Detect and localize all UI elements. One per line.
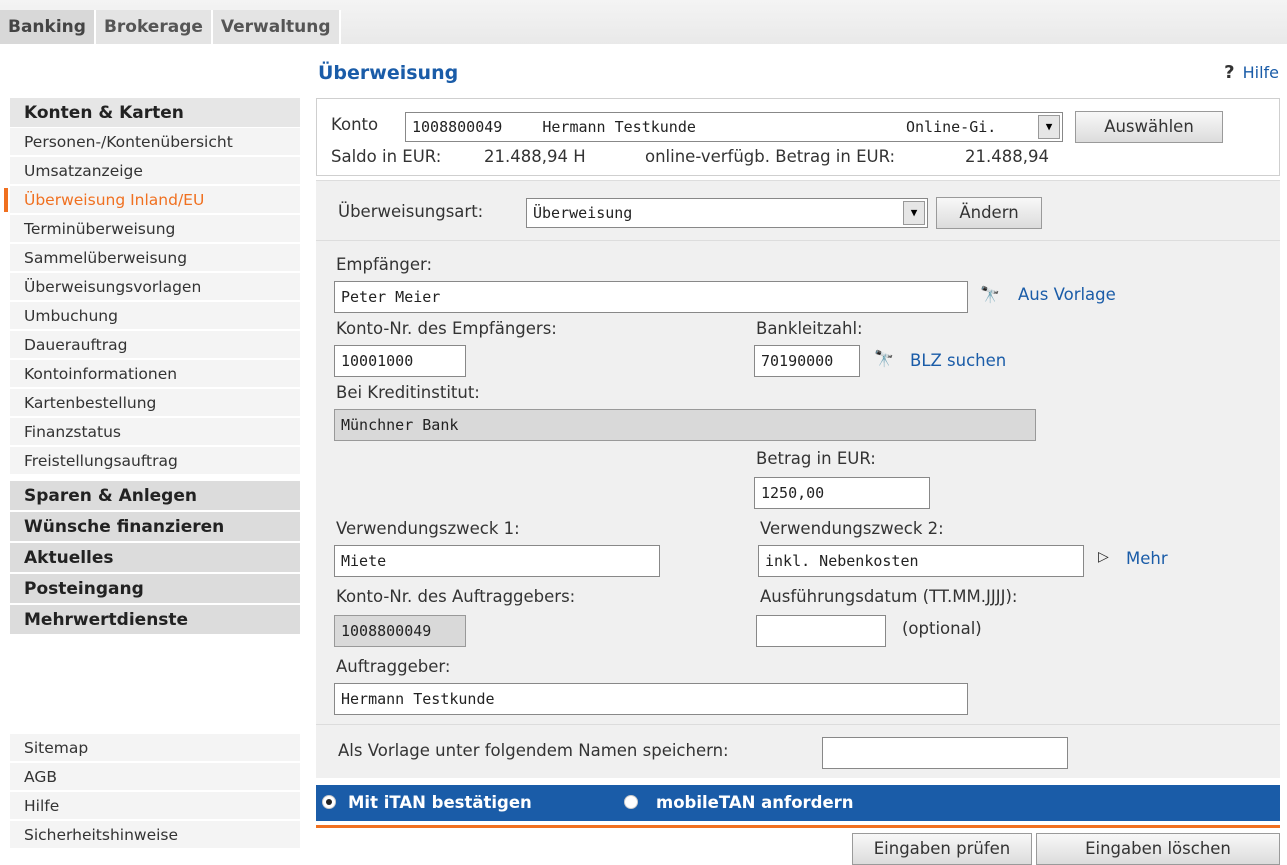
from-template-link[interactable]: Aus Vorlage [1018,285,1116,304]
top-navigation: Banking Brokerage Verwaltung [0,0,1287,44]
sender-account-field: 1008800049 [334,615,466,647]
bank-code-input[interactable]: 70190000 [754,345,860,377]
account-number: 1008800049 [412,118,503,136]
recipient-account-label: Konto-Nr. des Empfängers: [336,319,557,338]
tab-banking[interactable]: Banking [0,10,96,44]
transfer-type-select[interactable]: Überweisung ▼ [526,198,928,228]
sidebar-category-posteingang[interactable]: Posteingang [10,574,300,604]
mobiletan-label[interactable]: mobileTAN anfordern [656,793,854,812]
help-icon: ? [1224,62,1235,83]
save-template-panel: Als Vorlage unter folgendem Namen speich… [316,724,1280,778]
binoculars-icon[interactable]: 🔭 [980,285,1000,304]
purpose1-input[interactable]: Miete [334,545,660,577]
recipient-label: Empfänger: [336,255,433,274]
optional-hint: (optional) [902,619,982,638]
sidebar-item-kontoinformationen[interactable]: Kontoinformationen [10,360,300,388]
available-label: online-verfügb. Betrag in EUR: [645,147,896,166]
date-input[interactable] [756,615,886,647]
sidebar-footer-sitemap[interactable]: Sitemap [10,734,300,762]
clear-input-button[interactable]: Eingaben löschen [1036,833,1280,865]
sender-input[interactable]: Hermann Testkunde [334,683,968,715]
purpose1-label: Verwendungszweck 1: [336,519,520,538]
sidebar-item-finanzstatus[interactable]: Finanzstatus [10,418,300,446]
binoculars-icon[interactable]: 🔭 [874,349,894,368]
date-label: Ausführungsdatum (TT.MM.JJJJ): [760,587,1018,606]
transfer-type-value: Überweisung [533,204,633,222]
divider [316,825,1280,828]
account-panel: Konto 1008800049 Hermann Testkunde Onlin… [316,98,1280,176]
tan-options-bar: Mit iTAN bestätigen mobileTAN anfordern [316,785,1280,821]
bank-name-label: Bei Kreditinstitut: [336,383,480,402]
account-label: Konto [331,115,379,134]
sidebar-category-mehrwertdienste[interactable]: Mehrwertdienste [10,605,300,635]
sidebar-item-umbuchung[interactable]: Umbuchung [10,302,300,330]
bank-code-label: Bankleitzahl: [756,319,863,338]
recipient-account-input[interactable]: 10001000 [334,345,466,377]
mobiletan-radio[interactable] [624,795,638,809]
search-bank-code-link[interactable]: BLZ suchen [910,351,1006,370]
transfer-form: Empfänger: Peter Meier 🔭 Aus Vorlage Kon… [316,240,1280,724]
chevron-down-icon[interactable]: ▼ [1038,115,1060,139]
sidebar-footer-hilfe[interactable]: Hilfe [10,792,300,820]
check-input-button[interactable]: Eingaben prüfen [852,833,1032,865]
save-template-label: Als Vorlage unter folgendem Namen speich… [338,741,729,760]
account-type: Online-Gi. [906,118,997,136]
play-arrow-icon[interactable]: ▷ [1098,549,1109,565]
sidebar-item-sammelueberweisung[interactable]: Sammelüberweisung [10,244,300,272]
more-link[interactable]: Mehr [1126,549,1168,568]
amount-input[interactable]: 1250,00 [754,477,930,509]
sidebar-category-konten-karten[interactable]: Konten & Karten [10,98,300,128]
sidebar-item-kartenbestellung[interactable]: Kartenbestellung [10,389,300,417]
sidebar-item-ueberweisung[interactable]: Überweisung Inland/EU [4,186,300,214]
chevron-down-icon[interactable]: ▼ [903,201,925,225]
transfer-type-label: Überweisungsart: [338,202,484,221]
template-name-input[interactable] [822,737,1068,769]
purpose2-label: Verwendungszweck 2: [760,519,944,538]
sidebar-item-ueberweisungsvorlagen[interactable]: Überweisungsvorlagen [10,273,300,301]
saldo-value: 21.488,94 H [484,147,586,166]
available-value: 21.488,94 [965,147,1049,166]
sidebar-item-terminueberweisung[interactable]: Terminüberweisung [10,215,300,243]
help-label: Hilfe [1242,63,1279,82]
tab-brokerage[interactable]: Brokerage [95,10,213,44]
change-type-button[interactable]: Ändern [936,197,1042,229]
sidebar-item-umsatzanzeige[interactable]: Umsatzanzeige [10,157,300,185]
help-link[interactable]: ? Hilfe [1224,62,1279,83]
page-title: Überweisung [318,62,459,84]
transfer-type-panel: Überweisungsart: Überweisung ▼ Ändern [316,180,1280,240]
itan-label[interactable]: Mit iTAN bestätigen [348,793,532,812]
account-holder: Hermann Testkunde [542,118,696,136]
recipient-input[interactable]: Peter Meier [334,281,968,313]
itan-radio[interactable] [322,795,336,809]
sidebar-category-finanzieren[interactable]: Wünsche finanzieren [10,512,300,542]
sidebar-footer-sicherheitshinweise[interactable]: Sicherheitshinweise [10,821,300,849]
purpose2-input[interactable]: inkl. Nebenkosten [758,545,1084,577]
account-select[interactable]: 1008800049 Hermann Testkunde Online-Gi. … [405,112,1063,142]
sender-account-label: Konto-Nr. des Auftraggebers: [336,587,576,606]
sidebar-category-sparen[interactable]: Sparen & Anlegen [10,481,300,511]
sidebar-category-aktuelles[interactable]: Aktuelles [10,543,300,573]
amount-label: Betrag in EUR: [756,449,876,468]
saldo-label: Saldo in EUR: [331,147,442,166]
sidebar-item-kontenuebersicht[interactable]: Personen-/Kontenübersicht [10,128,300,156]
sidebar-item-dauerauftrag[interactable]: Dauerauftrag [10,331,300,359]
sidebar-item-freistellungsauftrag[interactable]: Freistellungsauftrag [10,447,300,475]
sender-label: Auftraggeber: [336,657,451,676]
sidebar-footer-agb[interactable]: AGB [10,763,300,791]
bank-name-field: Münchner Bank [334,409,1036,441]
account-select-button[interactable]: Auswählen [1075,111,1223,143]
tab-verwaltung[interactable]: Verwaltung [212,10,341,44]
sidebar: Konten & Karten Personen-/Kontenübersich… [0,44,300,861]
